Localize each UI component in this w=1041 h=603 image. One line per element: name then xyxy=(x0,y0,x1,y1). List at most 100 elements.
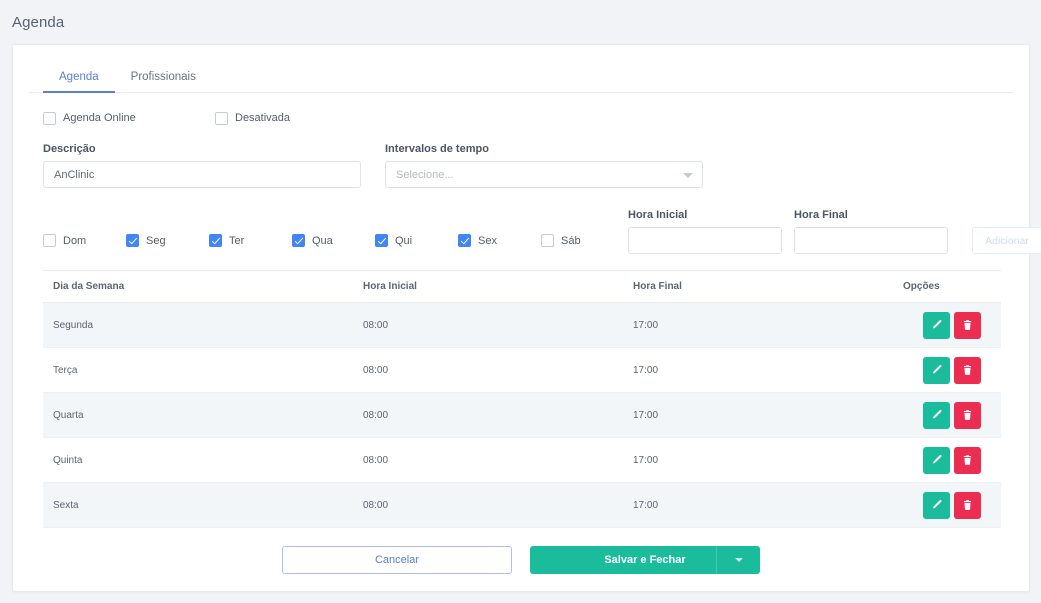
row-actions xyxy=(923,446,981,474)
row-actions xyxy=(923,356,981,384)
table-row: Quarta 08:00 17:00 xyxy=(43,392,1001,438)
checkbox-label-agenda-online: Agenda Online xyxy=(63,112,136,124)
card-body: Agenda Online Desativada Descrição AnCli… xyxy=(13,109,1041,574)
cell-hora-final: 17:00 xyxy=(623,392,893,438)
checkbox-box-qui[interactable] xyxy=(375,234,388,247)
cell-dia: Terça xyxy=(43,347,353,393)
options-row: Agenda Online Desativada xyxy=(43,109,999,127)
checkbox-label-qua: Qua xyxy=(312,234,333,247)
edit-button[interactable] xyxy=(923,311,950,339)
chevron-down-icon[interactable] xyxy=(683,173,693,178)
hora-inicial-group: Hora Inicial xyxy=(628,209,782,254)
delete-button[interactable] xyxy=(954,446,981,474)
intervalos-select[interactable]: Selecione... xyxy=(385,161,703,188)
fields-row: Descrição AnClinic Intervalos de tempo S… xyxy=(43,143,999,188)
pencil-icon xyxy=(932,409,942,419)
trash-icon xyxy=(963,500,972,510)
descricao-value: AnClinic xyxy=(54,168,95,181)
cell-opcoes xyxy=(893,347,1001,393)
delete-button[interactable] xyxy=(954,491,981,519)
edit-button[interactable] xyxy=(923,491,950,519)
checkbox-box-qua[interactable] xyxy=(292,234,305,247)
checkbox-sex[interactable]: Sex xyxy=(458,234,541,247)
cell-dia: Segunda xyxy=(43,302,353,348)
cell-hora-inicial: 08:00 xyxy=(353,482,623,528)
trash-icon xyxy=(963,365,972,375)
checkbox-sab[interactable]: Sáb xyxy=(541,234,624,247)
table-header-row: Dia da Semana Hora Inicial Hora Final Op… xyxy=(43,270,1001,303)
descricao-input[interactable]: AnClinic xyxy=(43,161,361,188)
cell-hora-inicial: 08:00 xyxy=(353,392,623,438)
intervalos-placeholder: Selecione... xyxy=(396,168,454,181)
page-root: Agenda Agenda Profissionais Agenda Onlin… xyxy=(0,0,1041,603)
column-header-hora-final: Hora Final xyxy=(623,270,893,303)
checkbox-qua[interactable]: Qua xyxy=(292,234,375,247)
cell-dia: Sexta xyxy=(43,482,353,528)
table-row: Terça 08:00 17:00 xyxy=(43,347,1001,393)
trash-icon xyxy=(963,320,972,330)
tab-agenda-label: Agenda xyxy=(59,71,99,83)
pencil-icon xyxy=(932,319,942,329)
checkbox-seg[interactable]: Seg xyxy=(126,234,209,247)
intervalos-field-group: Intervalos de tempo Selecione... xyxy=(385,143,703,188)
trash-icon xyxy=(963,455,972,465)
hora-final-input[interactable] xyxy=(794,227,948,254)
delete-button[interactable] xyxy=(954,356,981,384)
descricao-field-group: Descrição AnClinic xyxy=(43,143,361,188)
checkbox-label-sex: Sex xyxy=(478,234,497,247)
pencil-icon xyxy=(932,364,942,374)
checkbox-label-qui: Qui xyxy=(395,234,413,247)
checkbox-label-sab: Sáb xyxy=(561,234,581,247)
cell-hora-inicial: 08:00 xyxy=(353,347,623,393)
checkbox-box-desativada[interactable] xyxy=(215,111,228,125)
checkbox-label-desativada: Desativada xyxy=(235,112,291,124)
intervalos-label: Intervalos de tempo xyxy=(385,143,489,155)
checkbox-label-seg: Seg xyxy=(146,234,166,247)
edit-button[interactable] xyxy=(923,356,950,384)
cell-hora-final: 17:00 xyxy=(623,437,893,483)
row-actions xyxy=(923,311,981,339)
cell-hora-final: 17:00 xyxy=(623,482,893,528)
cancel-button-label: Cancelar xyxy=(374,554,420,566)
cancel-button[interactable]: Cancelar xyxy=(282,546,512,574)
cell-dia: Quarta xyxy=(43,392,353,438)
checkbox-qui[interactable]: Qui xyxy=(375,234,458,247)
pencil-icon xyxy=(932,499,942,509)
checkbox-box-dom[interactable] xyxy=(43,234,56,247)
checkbox-box-agenda-online[interactable] xyxy=(43,111,56,125)
checkbox-box-ter[interactable] xyxy=(209,234,222,247)
table-row: Sexta 08:00 17:00 xyxy=(43,482,1001,528)
tab-bar: Agenda Profissionais xyxy=(29,59,1013,93)
tab-agenda[interactable]: Agenda xyxy=(43,65,115,93)
checkbox-label-ter: Ter xyxy=(229,234,245,247)
save-dropdown-toggle[interactable] xyxy=(716,546,760,574)
column-header-dia: Dia da Semana xyxy=(43,270,353,303)
chevron-down-icon xyxy=(734,558,743,562)
edit-button[interactable] xyxy=(923,446,950,474)
save-and-close-button[interactable]: Salvar e Fechar xyxy=(530,546,760,574)
weekdays-hours-row: Dom Seg Ter Qua Qui Sex Sáb Hora Inicial… xyxy=(43,209,1041,254)
cell-opcoes xyxy=(893,437,1001,483)
checkbox-box-sab[interactable] xyxy=(541,234,554,247)
row-actions xyxy=(923,401,981,429)
hora-inicial-input[interactable] xyxy=(628,227,782,254)
adicionar-button-label: Adicionar xyxy=(985,234,1029,247)
checkbox-ter[interactable]: Ter xyxy=(209,234,292,247)
pencil-icon xyxy=(932,454,942,464)
schedule-table-body: Segunda 08:00 17:00 Terça 08:00 17:00 Qu… xyxy=(43,302,1001,528)
checkbox-box-sex[interactable] xyxy=(458,234,471,247)
checkbox-desativada[interactable]: Desativada xyxy=(215,111,291,125)
checkbox-box-seg[interactable] xyxy=(126,234,139,247)
edit-button[interactable] xyxy=(923,401,950,429)
adicionar-button[interactable]: Adicionar xyxy=(972,227,1041,254)
hora-final-label: Hora Final xyxy=(794,209,848,221)
delete-button[interactable] xyxy=(954,401,981,429)
hora-final-group: Hora Final xyxy=(794,209,948,254)
checkbox-agenda-online[interactable]: Agenda Online xyxy=(43,111,215,125)
checkbox-label-dom: Dom xyxy=(63,234,87,247)
tab-profissionais[interactable]: Profissionais xyxy=(115,65,212,92)
checkbox-dom[interactable]: Dom xyxy=(43,234,126,247)
trash-icon xyxy=(963,410,972,420)
delete-button[interactable] xyxy=(954,311,981,339)
save-and-close-button-label: Salvar e Fechar xyxy=(604,554,686,566)
